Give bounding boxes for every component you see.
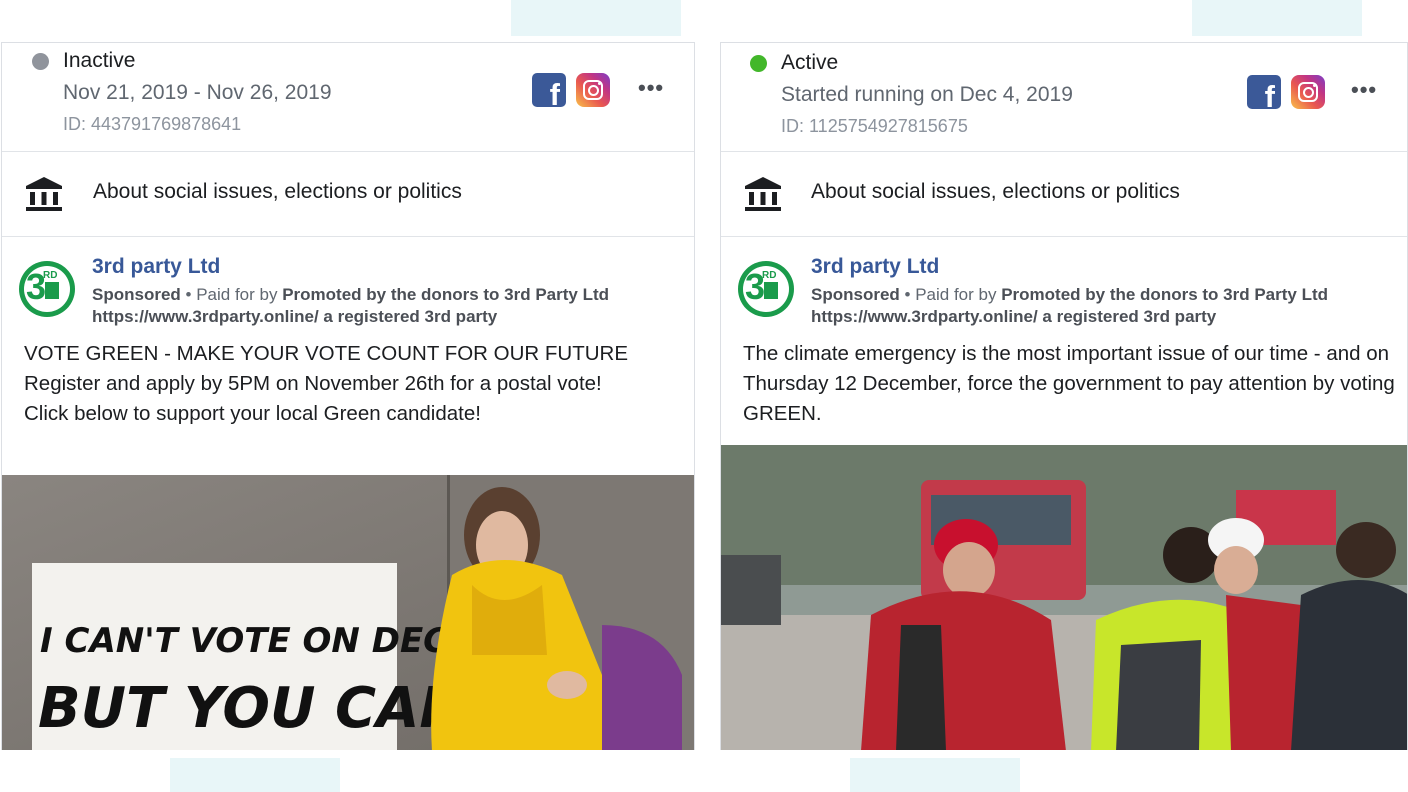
background-band (511, 0, 681, 36)
background-band (1192, 0, 1362, 36)
advertiser-info: 3 RD 3rd party Ltd Sponsored • Paid for … (2, 237, 694, 337)
government-building-icon (745, 177, 781, 211)
background-band (850, 758, 1020, 792)
status-dot (32, 52, 49, 70)
sign-line-2: BUT YOU CAN (38, 676, 466, 741)
ad-image[interactable] (721, 445, 1407, 750)
advertiser-name-link[interactable]: 3rd party Ltd (92, 255, 220, 279)
background-band (170, 758, 340, 792)
disclaimer: Sponsored • Paid for by Promoted by the … (811, 285, 1329, 326)
ad-photo: I CAN'T VOTE ON DEC 12 BUT YOU CAN (2, 475, 694, 750)
ad-body-text: The climate emergency is the most import… (743, 342, 1395, 425)
more-options-button[interactable]: ••• (1351, 77, 1377, 103)
ad-header: Active Started running on Dec 4, 2019 ID… (721, 43, 1407, 152)
ad-id: ID: 443791769878641 (63, 114, 242, 134)
category-label: About social issues, elections or politi… (93, 180, 462, 203)
run-dates: Started running on Dec 4, 2019 (781, 83, 1073, 106)
ad-header: Inactive Nov 21, 2019 - Nov 26, 2019 ID:… (2, 43, 694, 152)
advertiser-logo[interactable]: 3 RD (19, 261, 75, 317)
facebook-icon: f (1247, 75, 1281, 112)
run-dates: Nov 21, 2019 - Nov 26, 2019 (63, 81, 332, 104)
ad-card-inactive: Inactive Nov 21, 2019 - Nov 26, 2019 ID:… (1, 42, 695, 750)
more-options-button[interactable]: ••• (638, 75, 664, 101)
government-building-icon (26, 177, 62, 211)
ad-category: About social issues, elections or politi… (721, 152, 1407, 237)
instagram-icon (1291, 75, 1325, 109)
status-label: Active (781, 51, 839, 74)
ad-id: ID: 1125754927815675 (781, 116, 968, 136)
ad-card-active: Active Started running on Dec 4, 2019 ID… (720, 42, 1408, 750)
ad-status: Active (750, 51, 838, 75)
status-dot (750, 54, 767, 72)
platform-icons: f (532, 73, 610, 110)
ad-photo (721, 445, 1407, 750)
status-label: Inactive (63, 49, 136, 72)
disclaimer: Sponsored • Paid for by Promoted by the … (92, 285, 610, 326)
platform-icons: f (1247, 75, 1325, 112)
facebook-icon: f (532, 73, 566, 110)
ad-image[interactable]: I CAN'T VOTE ON DEC 12 BUT YOU CAN (2, 475, 694, 750)
category-label: About social issues, elections or politi… (811, 180, 1180, 203)
advertiser-logo[interactable]: 3 RD (738, 261, 794, 317)
ad-status: Inactive (32, 49, 135, 73)
instagram-icon (576, 73, 610, 107)
advertiser-name-link[interactable]: 3rd party Ltd (811, 255, 939, 279)
advertiser-info: 3 RD 3rd party Ltd Sponsored • Paid for … (721, 237, 1407, 337)
ad-category: About social issues, elections or politi… (2, 152, 694, 237)
ad-body-text: VOTE GREEN - MAKE YOUR VOTE COUNT FOR OU… (24, 342, 629, 425)
